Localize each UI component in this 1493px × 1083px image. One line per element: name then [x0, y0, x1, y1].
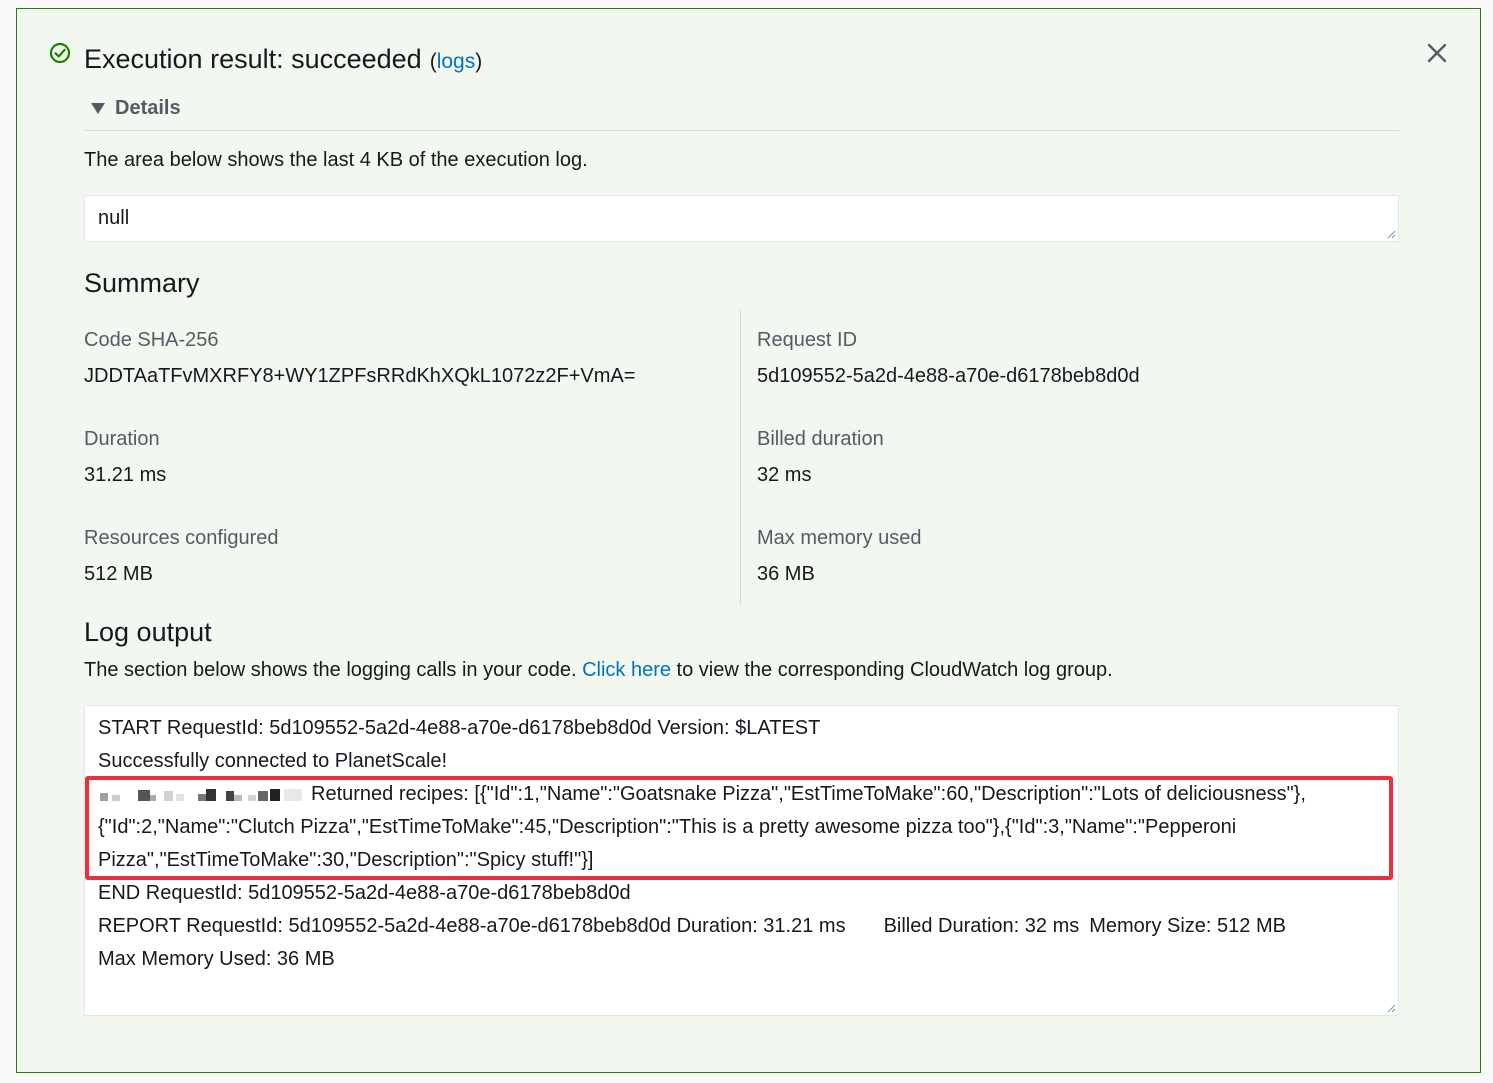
resources-configured-value: 512 MB — [84, 563, 153, 585]
code-sha-value: JDDTAaTFvMXRFY8+WY1ZPFsRRdKhXQkL1072z2F+… — [84, 365, 636, 387]
log-line: Successfully connected to PlanetScale! — [98, 750, 448, 772]
memory-size-text: Memory Size: 512 MB — [1089, 915, 1286, 937]
billed-duration-value: 32 ms — [757, 464, 812, 486]
request-id-value: 5d109552-5a2d-4e88-a70e-d6178beb8d0d — [757, 365, 1140, 387]
caret-down-icon — [91, 103, 105, 114]
log-line: REPORT RequestId: 5d109552-5a2d-4e88-a70… — [98, 910, 1286, 943]
max-memory-used-value: 36 MB — [757, 563, 815, 585]
check-circle-icon — [49, 42, 71, 64]
log-desc-after: to view the corresponding CloudWatch log… — [676, 659, 1113, 681]
code-sha-label: Code SHA-256 — [84, 329, 219, 351]
resize-grip-icon[interactable] — [1386, 229, 1396, 239]
log-line: START RequestId: 5d109552-5a2d-4e88-a70e… — [98, 717, 821, 739]
returned-recipes-text: Returned recipes: [{"Id":1,"Name":"Goats… — [311, 783, 1306, 805]
billed-duration-label: Billed duration — [757, 428, 884, 450]
execution-result-panel: Execution result: succeeded (logs) Detail… — [16, 8, 1481, 1073]
execution-log-intro: The area below shows the last 4 KB of th… — [84, 149, 588, 171]
log-desc-before: The section below shows the logging call… — [84, 659, 577, 681]
resize-grip-icon[interactable] — [1386, 1003, 1396, 1013]
billed-duration-text: Billed Duration: 32 ms — [883, 915, 1080, 937]
logs-link-wrapper: (logs) — [430, 50, 483, 73]
resources-configured-label: Resources configured — [84, 527, 279, 549]
log-line: END RequestId: 5d109552-5a2d-4e88-a70e-d… — [98, 882, 631, 904]
log-output-textarea[interactable]: START RequestId: 5d109552-5a2d-4e88-a70e… — [84, 705, 1399, 1016]
close-icon[interactable] — [1421, 37, 1453, 69]
execution-result-title: Execution result: succeeded (logs) — [84, 43, 482, 78]
logs-paren-close: ) — [475, 50, 483, 73]
log-line: {"Id":2,"Name":"Clutch Pizza","EstTimeTo… — [98, 816, 1237, 838]
duration-label: Duration — [84, 428, 160, 450]
result-textarea[interactable]: null — [84, 195, 1399, 242]
logs-link[interactable]: logs — [437, 50, 476, 73]
log-output-title: Log output — [84, 617, 212, 647]
request-id-label: Request ID — [757, 329, 858, 351]
log-line: Returned recipes: [{"Id":1,"Name":"Goats… — [98, 778, 1306, 811]
details-toggle[interactable]: Details — [91, 97, 181, 120]
summary-title: Summary — [84, 268, 200, 298]
summary-column-divider — [740, 309, 741, 605]
report-request-text: REPORT RequestId: 5d109552-5a2d-4e88-a70… — [98, 915, 846, 937]
logs-paren-open: ( — [429, 50, 437, 73]
log-line: Pizza","EstTimeToMake":30,"Description":… — [98, 849, 594, 871]
log-output-description: The section below shows the logging call… — [84, 659, 1113, 682]
details-divider — [84, 130, 1399, 131]
details-label: Details — [115, 97, 181, 119]
log-line: Max Memory Used: 36 MB — [98, 948, 335, 970]
duration-value: 31.21 ms — [84, 464, 167, 486]
result-value: null — [98, 207, 130, 229]
max-memory-used-label: Max memory used — [757, 527, 922, 549]
cloudwatch-click-here-link[interactable]: Click here — [582, 659, 671, 681]
redacted-timestamp-icon — [100, 788, 302, 801]
result-status-text: Execution result: succeeded — [84, 44, 422, 74]
